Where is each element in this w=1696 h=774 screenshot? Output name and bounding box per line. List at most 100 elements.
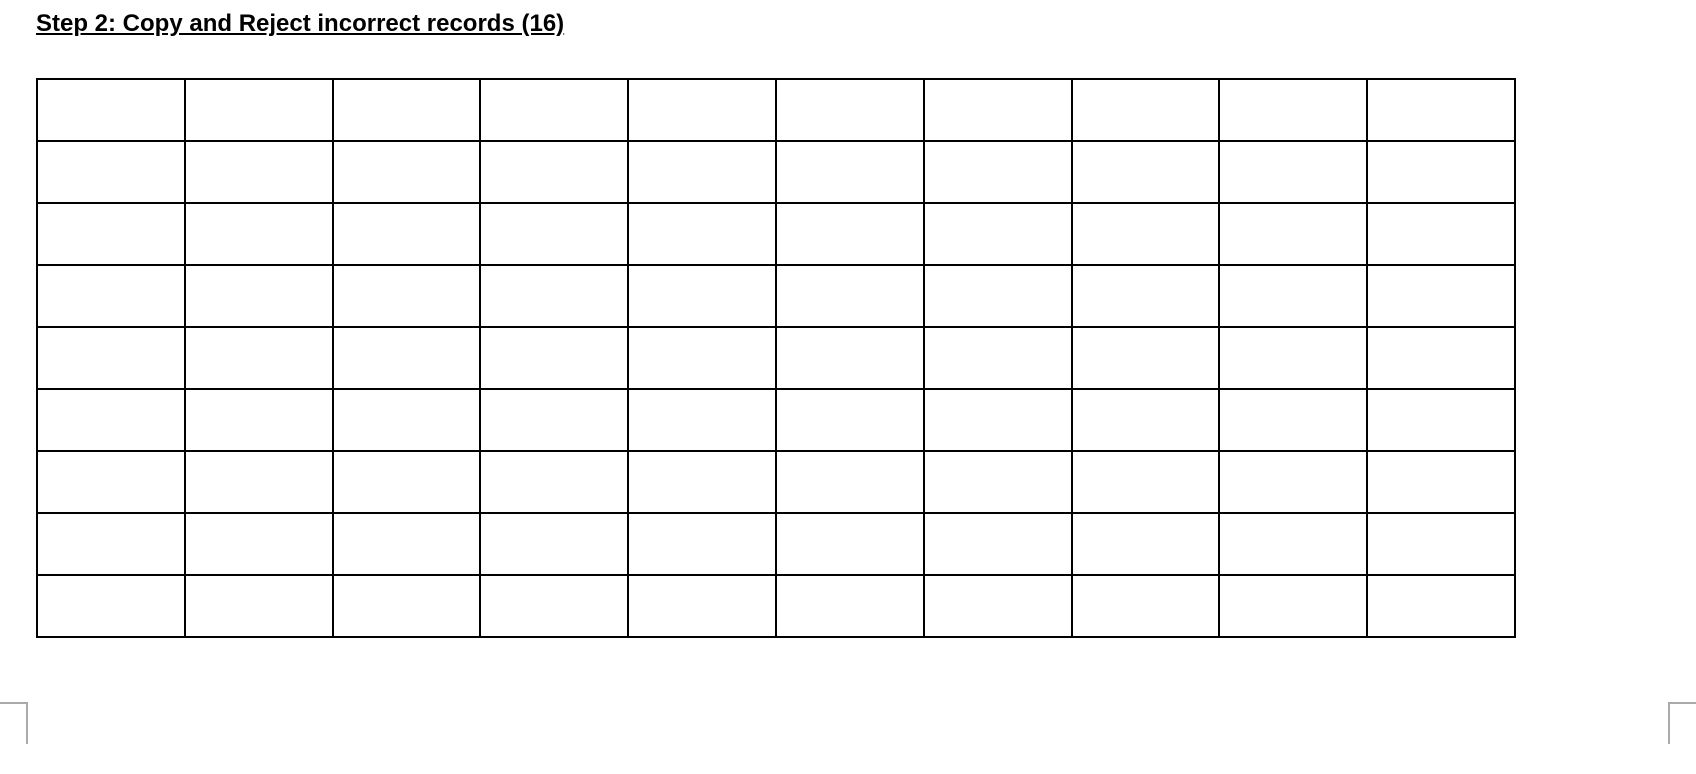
records-table (36, 78, 1516, 638)
table-row (37, 141, 1515, 203)
table-cell (37, 141, 185, 203)
table-cell (37, 327, 185, 389)
table-cell (924, 203, 1072, 265)
page-corner-left (0, 702, 28, 744)
table-row (37, 389, 1515, 451)
table-cell (1219, 389, 1367, 451)
table-cell (1072, 79, 1220, 141)
table-cell (1219, 575, 1367, 637)
table-cell (333, 575, 481, 637)
table-cell (924, 327, 1072, 389)
table-cell (924, 265, 1072, 327)
table-cell (37, 451, 185, 513)
table-cell (776, 79, 924, 141)
table-cell (185, 203, 333, 265)
table-cell (37, 203, 185, 265)
table-cell (628, 389, 776, 451)
table-cell (37, 575, 185, 637)
table-cell (185, 79, 333, 141)
table-cell (1367, 575, 1515, 637)
table-cell (924, 513, 1072, 575)
table-row (37, 203, 1515, 265)
table-cell (1219, 513, 1367, 575)
table-cell (1072, 141, 1220, 203)
table-cell (480, 389, 628, 451)
records-table-body (37, 79, 1515, 637)
table-cell (1072, 203, 1220, 265)
table-cell (776, 513, 924, 575)
table-cell (480, 327, 628, 389)
table-cell (1072, 575, 1220, 637)
section-heading: Step 2: Copy and Reject incorrect record… (0, 0, 1696, 38)
table-cell (480, 451, 628, 513)
table-cell (1219, 327, 1367, 389)
table-cell (1072, 513, 1220, 575)
table-cell (37, 389, 185, 451)
table-cell (480, 141, 628, 203)
table-cell (628, 513, 776, 575)
table-cell (480, 265, 628, 327)
table-row (37, 265, 1515, 327)
table-cell (185, 141, 333, 203)
table-cell (185, 389, 333, 451)
table-cell (185, 575, 333, 637)
table-cell (333, 451, 481, 513)
table-cell (1219, 203, 1367, 265)
table-cell (1367, 141, 1515, 203)
table-cell (628, 141, 776, 203)
table-cell (185, 327, 333, 389)
table-cell (480, 203, 628, 265)
table-cell (480, 513, 628, 575)
table-cell (1367, 513, 1515, 575)
table-cell (628, 575, 776, 637)
table-cell (1367, 79, 1515, 141)
table-row (37, 327, 1515, 389)
table-cell (1072, 265, 1220, 327)
table-cell (1072, 451, 1220, 513)
table-row (37, 513, 1515, 575)
table-cell (1072, 327, 1220, 389)
table-cell (1072, 389, 1220, 451)
table-cell (776, 265, 924, 327)
table-cell (628, 79, 776, 141)
table-row (37, 575, 1515, 637)
table-cell (185, 451, 333, 513)
table-cell (628, 451, 776, 513)
table-row (37, 451, 1515, 513)
table-cell (1367, 265, 1515, 327)
table-cell (37, 79, 185, 141)
table-cell (628, 327, 776, 389)
table-cell (1367, 389, 1515, 451)
table-cell (776, 203, 924, 265)
table-cell (1219, 451, 1367, 513)
table-cell (333, 327, 481, 389)
table-cell (480, 575, 628, 637)
table-cell (333, 203, 481, 265)
table-cell (1367, 327, 1515, 389)
table-cell (1219, 79, 1367, 141)
table-row (37, 79, 1515, 141)
table-cell (776, 389, 924, 451)
table-cell (1219, 265, 1367, 327)
table-cell (924, 575, 1072, 637)
table-cell (333, 141, 481, 203)
table-cell (924, 451, 1072, 513)
table-cell (776, 141, 924, 203)
table-cell (333, 265, 481, 327)
table-cell (628, 203, 776, 265)
table-cell (1219, 141, 1367, 203)
table-cell (37, 513, 185, 575)
table-cell (628, 265, 776, 327)
table-cell (1367, 203, 1515, 265)
table-cell (776, 327, 924, 389)
table-cell (37, 265, 185, 327)
table-cell (185, 265, 333, 327)
table-cell (924, 389, 1072, 451)
table-cell (333, 389, 481, 451)
table-cell (924, 141, 1072, 203)
table-cell (1367, 451, 1515, 513)
table-cell (333, 513, 481, 575)
table-cell (333, 79, 481, 141)
table-cell (776, 575, 924, 637)
table-cell (924, 79, 1072, 141)
